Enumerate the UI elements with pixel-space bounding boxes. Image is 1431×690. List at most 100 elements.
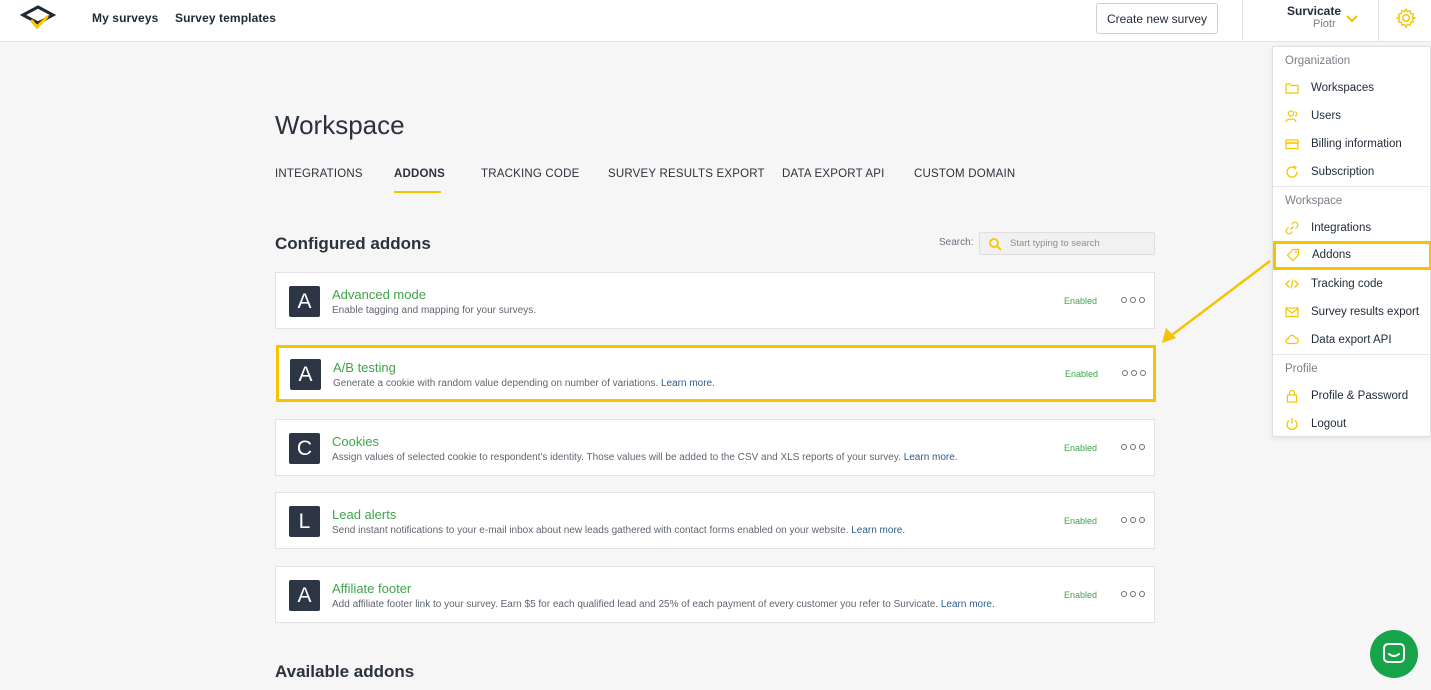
addon-name[interactable]: Affiliate footer [332, 581, 411, 596]
nav-my-surveys[interactable]: My surveys [92, 11, 158, 25]
menu-item-label: Data export API [1311, 334, 1392, 346]
menu-item-addons[interactable]: Addons [1273, 241, 1431, 270]
settings-dropdown: Organization Workspaces Users Billing in… [1272, 46, 1431, 437]
addon-letter-tile: C [289, 433, 320, 464]
addon-name[interactable]: Advanced mode [332, 287, 426, 302]
menu-item-subscription[interactable]: Subscription [1273, 159, 1430, 185]
account-org-name: Survicate [1287, 4, 1342, 18]
menu-item-label: Survey results export [1311, 306, 1420, 318]
search-label: Search: [939, 237, 974, 248]
folder-icon [1285, 83, 1299, 94]
addon-letter-tile: L [289, 506, 320, 537]
search-input[interactable] [1010, 236, 1150, 251]
addon-row: C Cookies Assign values of selected cook… [275, 419, 1155, 476]
dropdown-divider [1273, 186, 1430, 187]
available-addons-title: Available addons [275, 662, 415, 681]
chat-widget-button[interactable] [1370, 630, 1418, 678]
dropdown-header-workspace: Workspace [1285, 195, 1343, 207]
chevron-down-icon [1346, 15, 1358, 23]
addon-row: L Lead alerts Send instant notifications… [275, 492, 1155, 549]
menu-item-label: Addons [1312, 249, 1352, 261]
tab-tracking-code[interactable]: TRACKING CODE [481, 168, 579, 180]
menu-item-billing-information[interactable]: Billing information [1273, 131, 1430, 157]
addon-description: Assign values of selected cookie to resp… [332, 452, 958, 463]
search-icon [989, 238, 1002, 251]
menu-item-data-export-api[interactable]: Data export API [1273, 327, 1430, 353]
menu-item-tracking-code[interactable]: Tracking code [1273, 271, 1430, 297]
more-options-icon[interactable] [1121, 515, 1145, 525]
menu-item-label: Integrations [1311, 222, 1372, 234]
annotation-arrow-icon [1162, 260, 1271, 343]
more-options-icon[interactable] [1121, 589, 1145, 599]
dropdown-header-organization: Organization [1285, 55, 1351, 67]
create-new-survey-button[interactable]: Create new survey [1096, 3, 1218, 34]
survicate-logo-icon[interactable] [20, 5, 56, 33]
tab-addons[interactable]: ADDONS [394, 168, 445, 180]
cloud-icon [1285, 334, 1299, 345]
menu-item-label: Workspaces [1311, 82, 1375, 94]
more-options-icon[interactable] [1122, 368, 1146, 378]
menu-item-label: Logout [1311, 418, 1347, 430]
active-tab-indicator [394, 191, 441, 193]
lock-icon [1286, 389, 1298, 403]
addon-description: Enable tagging and mapping for your surv… [332, 305, 537, 316]
menu-item-users[interactable]: Users [1273, 103, 1430, 129]
addon-description: Send instant notifications to your e-mai… [332, 525, 906, 536]
learn-more-link[interactable]: Learn more. [941, 599, 995, 610]
tab-data-export-api[interactable]: DATA EXPORT API [782, 168, 885, 180]
tab-custom-domain[interactable]: CUSTOM DOMAIN [914, 168, 1015, 180]
credit-card-icon [1285, 139, 1299, 150]
menu-item-survey-results-export[interactable]: Survey results export [1273, 299, 1430, 325]
menu-item-label: Subscription [1311, 166, 1375, 178]
menu-item-logout[interactable]: Logout [1273, 411, 1430, 437]
addon-description: Add affiliate footer link to your survey… [332, 599, 995, 610]
menu-item-label: Profile & Password [1311, 390, 1409, 402]
chat-icon [1383, 643, 1405, 663]
learn-more-link[interactable]: Learn more. [661, 378, 715, 389]
tab-survey-results-export[interactable]: SURVEY RESULTS EXPORT [608, 168, 765, 180]
status-badge: Enabled [1064, 516, 1098, 526]
users-icon [1285, 110, 1298, 123]
gear-icon[interactable] [1395, 7, 1417, 29]
menu-item-label: Users [1311, 110, 1342, 122]
addon-description: Generate a cookie with random value depe… [333, 378, 715, 389]
learn-more-link[interactable]: Learn more. [904, 452, 958, 463]
menu-item-label: Tracking code [1311, 278, 1383, 290]
account-switcher[interactable]: Survicate Piotr [1242, 0, 1379, 42]
nav-survey-templates[interactable]: Survey templates [175, 11, 276, 25]
configured-addons-title: Configured addons [275, 234, 431, 253]
menu-item-integrations[interactable]: Integrations [1273, 215, 1430, 241]
addon-row: A Advanced mode Enable tagging and mappi… [275, 272, 1155, 329]
link-icon [1285, 221, 1299, 235]
addon-row: A A/B testing Generate a cookie with ran… [276, 345, 1156, 402]
addon-name[interactable]: Lead alerts [332, 507, 396, 522]
status-badge: Enabled [1065, 369, 1099, 379]
addon-name[interactable]: A/B testing [333, 360, 396, 375]
learn-more-link[interactable]: Learn more. [851, 525, 905, 536]
top-bar: My surveys Survey templates Create new s… [0, 0, 1431, 42]
more-options-icon[interactable] [1121, 295, 1145, 305]
more-options-icon[interactable] [1121, 442, 1145, 452]
status-badge: Enabled [1064, 296, 1098, 306]
menu-item-label: Billing information [1311, 138, 1402, 150]
addon-row: A Affiliate footer Add affiliate footer … [275, 566, 1155, 623]
dropdown-divider [1273, 354, 1430, 355]
tag-icon [1286, 248, 1300, 262]
search-box[interactable] [979, 232, 1155, 255]
menu-item-profile-password[interactable]: Profile & Password [1273, 383, 1430, 409]
account-user-name: Piotr [1313, 18, 1336, 30]
page-title: Workspace [275, 110, 405, 140]
status-badge: Enabled [1064, 590, 1098, 600]
code-icon [1285, 279, 1299, 289]
status-badge: Enabled [1064, 443, 1098, 453]
menu-item-workspaces[interactable]: Workspaces [1273, 75, 1430, 101]
dropdown-header-profile: Profile [1285, 363, 1318, 375]
addon-letter-tile: A [289, 286, 320, 317]
refresh-icon [1286, 165, 1298, 178]
envelope-icon [1285, 307, 1299, 318]
addon-letter-tile: A [289, 580, 320, 611]
power-icon [1286, 418, 1298, 431]
addon-letter-tile: A [290, 359, 321, 390]
tab-integrations[interactable]: INTEGRATIONS [275, 168, 363, 180]
addon-name[interactable]: Cookies [332, 434, 379, 449]
